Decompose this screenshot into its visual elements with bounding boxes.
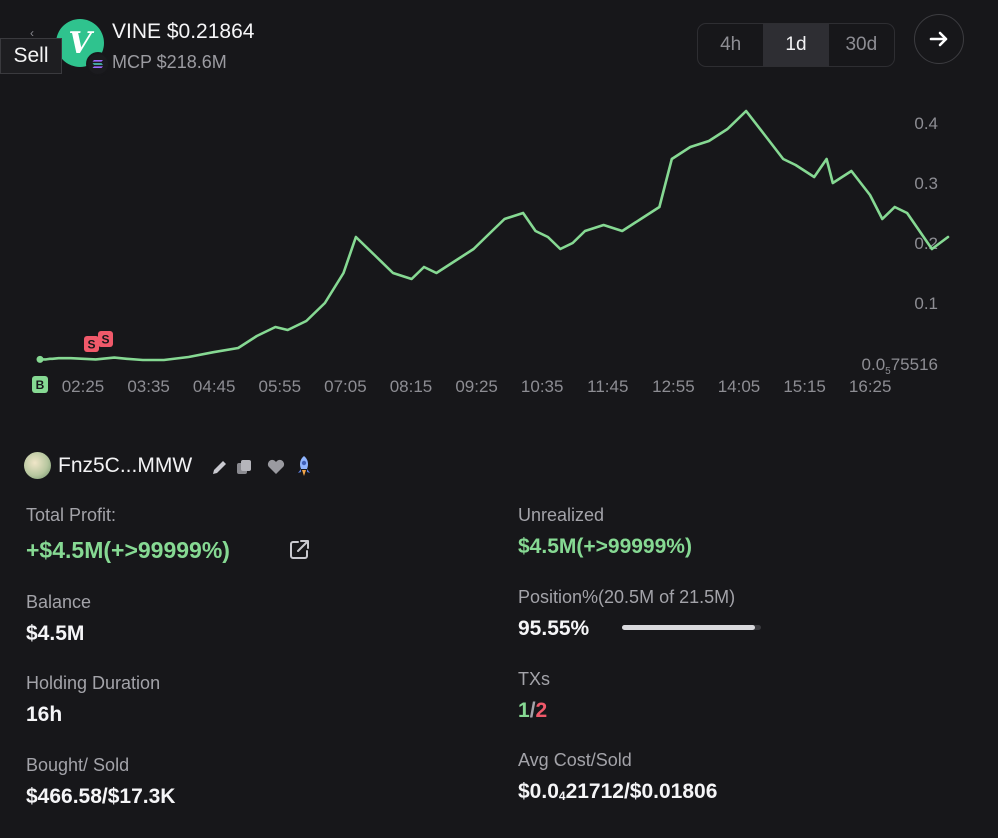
unrealized-value: $4.5M(+>99999%) (518, 535, 692, 558)
holding-duration-label: Holding Duration (26, 673, 161, 693)
external-link-icon[interactable] (288, 538, 311, 561)
heart-icon[interactable] (266, 457, 286, 477)
txs-label: TXs (518, 669, 551, 689)
x-tick-label: 14:05 (718, 377, 761, 396)
total-profit-value: +$4.5M(+>99999%) (26, 537, 230, 563)
buy-marker: B (32, 376, 48, 393)
sell-marker-label: S (87, 338, 95, 352)
y-bottom-label: 0.0575516 (862, 355, 938, 377)
unrealized-label: Unrealized (518, 505, 605, 525)
token-title: VINE $0.21864 (112, 20, 255, 43)
next-button[interactable] (914, 14, 964, 64)
sell-marker-label: S (101, 333, 109, 347)
back-arrow-icon[interactable]: ‹ (30, 26, 40, 40)
position-label: Position%(20.5M of 21.5M) (518, 587, 736, 607)
price-line (38, 109, 950, 362)
x-tick-label: 02:25 (62, 377, 105, 396)
x-tick-label: 15:15 (783, 377, 826, 396)
position-value: 95.55% (518, 617, 590, 640)
y-bottom-rest: 75516 (891, 355, 938, 374)
wallet-avatar (24, 452, 51, 479)
x-tick-label: 11:45 (587, 377, 628, 396)
avg-cost-subscript: 4 (558, 789, 566, 803)
avg-cost-rest: 21712/$0.01806 (565, 780, 718, 803)
sell-marker: S (84, 336, 99, 352)
arrow-right-icon (929, 31, 948, 47)
avg-cost-label: Avg Cost/Sold (518, 750, 632, 770)
y-tick-label: 0.4 (914, 114, 938, 133)
y-axis: 0.4 0.3 0.2 0.1 0.0575516 (862, 114, 938, 377)
position-progress-bar (622, 625, 761, 630)
x-tick-label: 12:55 (652, 377, 695, 396)
x-tick-label: 10:35 (521, 377, 564, 396)
x-tick-label: 03:35 (127, 377, 170, 396)
edit-pencil-icon[interactable] (210, 457, 230, 477)
txs-value: 1/2 (518, 699, 547, 723)
bought-sold-value: $466.58/$17.3K (26, 785, 176, 808)
bought-sold-label: Bought/ Sold (26, 755, 130, 775)
sell-marker: S (98, 331, 113, 347)
timeframe-30d-button[interactable]: 30d (829, 24, 894, 66)
balance-label: Balance (26, 592, 92, 612)
y-tick-label: 0.1 (914, 294, 938, 313)
buy-marker-label: B (36, 378, 45, 392)
copy-icon[interactable] (234, 457, 254, 477)
timeframe-4h-button[interactable]: 4h (698, 24, 763, 66)
wallet-name[interactable]: Fnz5C...MMW (58, 454, 192, 478)
x-tick-label: 07:05 (324, 377, 367, 396)
avg-cost-prefix: $0.0 (518, 780, 559, 803)
x-tick-label: 16:25 (849, 377, 892, 396)
timeframe-selector: 4h 1d 30d (697, 23, 895, 67)
x-tick-label: 04:45 (193, 377, 236, 396)
rocket-icon[interactable] (292, 454, 316, 478)
balance-value: $4.5M (26, 622, 85, 645)
holding-duration-value: 16h (26, 703, 63, 726)
y-tick-label: 0.3 (914, 174, 938, 193)
timeframe-1d-button[interactable]: 1d (763, 24, 829, 66)
x-tick-label: 09:25 (455, 377, 498, 396)
solana-chain-icon (86, 52, 110, 76)
start-point (36, 355, 44, 363)
x-tick-label: 08:15 (390, 377, 433, 396)
total-profit-label: Total Profit: (26, 505, 117, 525)
y-bottom-prefix: 0.0 (862, 355, 886, 374)
x-axis: 02:25 03:35 04:45 05:55 07:05 08:15 09:25 10:35… (62, 377, 892, 396)
x-tick-label: 05:55 (259, 377, 302, 396)
txs-sells: 2 (535, 699, 548, 722)
position-progress-fill (622, 625, 755, 630)
txs-buys: 1 (518, 699, 530, 722)
market-cap: MCP $218.6M (112, 52, 227, 72)
avg-cost-value: $0.0421712/$0.01806 (518, 780, 717, 804)
price-chart[interactable]: 0.4 0.3 0.2 0.1 0.0575516 02:25 03:35 04:45 05:… (0, 90, 998, 410)
sell-tooltip: Sell (0, 38, 62, 74)
y-tick-label: 0.2 (914, 234, 938, 253)
